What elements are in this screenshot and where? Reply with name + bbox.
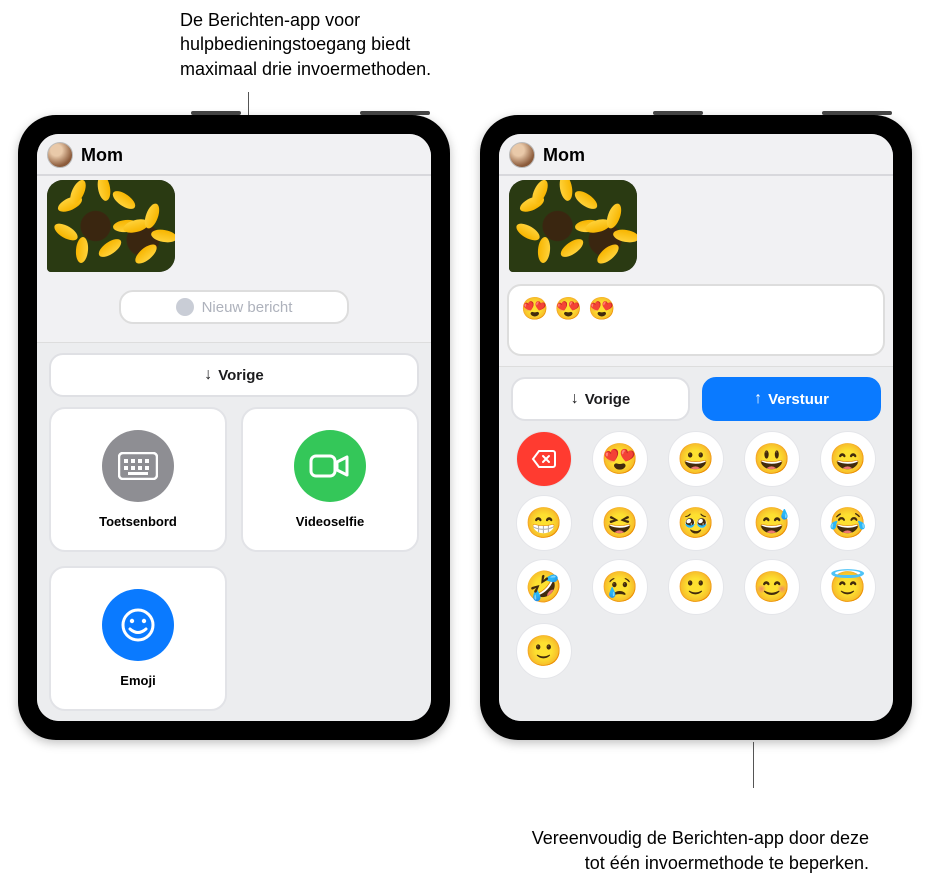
emoji-key[interactable]: 😆 xyxy=(592,495,648,551)
avatar xyxy=(509,142,535,168)
contact-name: Mom xyxy=(543,145,585,166)
new-message-field[interactable]: Nieuw bericht xyxy=(119,290,349,324)
emoji-key[interactable]: 😇 xyxy=(820,559,876,615)
send-button[interactable]: ↑ Verstuur xyxy=(702,377,881,421)
received-message-row xyxy=(499,176,893,276)
emoji-icon xyxy=(102,589,174,661)
tablet-row: Mom Nieuw bericht ↓ Vorige xyxy=(18,115,912,740)
videoselfie-label: Videoselfie xyxy=(296,514,364,529)
emoji-key[interactable]: 😃 xyxy=(744,431,800,487)
emoji-key[interactable]: 😂 xyxy=(820,495,876,551)
emoji-key[interactable]: 😅 xyxy=(744,495,800,551)
contact-name: Mom xyxy=(81,145,123,166)
keyboard-method-card[interactable]: Toetsenbord xyxy=(49,407,227,552)
screen-left: Mom Nieuw bericht ↓ Vorige xyxy=(37,134,431,721)
compose-value: 😍 😍 😍 xyxy=(521,296,615,321)
emoji-key[interactable]: 🥹 xyxy=(668,495,724,551)
input-method-panel: ↓ Vorige Toetsenbord Videoselfi xyxy=(37,342,431,721)
contact-bar: Mom xyxy=(499,134,893,176)
received-photo-message[interactable] xyxy=(509,180,637,272)
received-photo-message[interactable] xyxy=(47,180,175,272)
screen-right: Mom 😍 😍 😍 ↓ Vorige xyxy=(499,134,893,721)
down-arrow-icon: ↓ xyxy=(204,367,212,383)
videoselfie-method-card[interactable]: Videoselfie xyxy=(241,407,419,552)
emoji-key[interactable]: 😄 xyxy=(820,431,876,487)
callout-top: De Berichten-app voor hulpbedieningstoeg… xyxy=(180,8,460,81)
compose-field[interactable]: 😍 😍 😍 xyxy=(507,284,885,356)
previous-label: Vorige xyxy=(218,367,264,384)
send-label: Verstuur xyxy=(768,391,829,408)
emoji-keyboard-panel: ↓ Vorige ↑ Verstuur 😍 😀 😃 😄 😁 😆 🥹 😅 😂 🤣 😢 🙂 😊 😇 🙂 xyxy=(499,366,893,721)
emoji-label: Emoji xyxy=(120,673,155,688)
callout-bottom: Vereenvoudig de Berichten-app door deze … xyxy=(529,826,869,875)
backspace-icon xyxy=(531,449,557,469)
emoji-key[interactable]: 😍 xyxy=(592,431,648,487)
emoji-key[interactable]: 😢 xyxy=(592,559,648,615)
delete-key[interactable] xyxy=(516,431,572,487)
chat-bubble-icon xyxy=(176,298,194,316)
emoji-key[interactable]: 🙂 xyxy=(516,623,572,679)
emoji-key[interactable]: 🤣 xyxy=(516,559,572,615)
callout-line-bottom xyxy=(753,742,754,788)
contact-bar: Mom xyxy=(37,134,431,176)
emoji-key-grid: 😍 😀 😃 😄 😁 😆 🥹 😅 😂 🤣 😢 🙂 😊 😇 🙂 xyxy=(511,431,881,679)
emoji-key[interactable]: 😊 xyxy=(744,559,800,615)
input-method-grid: Toetsenbord Videoselfie Emoji xyxy=(49,407,419,711)
emoji-key[interactable]: 🙂 xyxy=(668,559,724,615)
previous-button[interactable]: ↓ Vorige xyxy=(511,377,690,421)
received-message-row xyxy=(37,176,431,276)
emoji-key[interactable]: 😀 xyxy=(668,431,724,487)
ipad-left: Mom Nieuw bericht ↓ Vorige xyxy=(18,115,450,740)
previous-label: Vorige xyxy=(585,391,631,408)
down-arrow-icon: ↓ xyxy=(571,391,579,407)
emoji-key[interactable]: 😁 xyxy=(516,495,572,551)
avatar xyxy=(47,142,73,168)
emoji-keyboard: 😍 😀 😃 😄 😁 😆 🥹 😅 😂 🤣 😢 🙂 😊 😇 🙂 xyxy=(511,431,881,711)
ipad-right: Mom 😍 😍 😍 ↓ Vorige xyxy=(480,115,912,740)
up-arrow-icon: ↑ xyxy=(754,391,762,407)
keyboard-label: Toetsenbord xyxy=(99,514,177,529)
emoji-method-card[interactable]: Emoji xyxy=(49,566,227,711)
keyboard-icon xyxy=(102,430,174,502)
new-message-placeholder: Nieuw bericht xyxy=(202,299,293,316)
previous-button[interactable]: ↓ Vorige xyxy=(49,353,419,397)
action-row: ↓ Vorige ↑ Verstuur xyxy=(511,377,881,421)
video-icon xyxy=(294,430,366,502)
